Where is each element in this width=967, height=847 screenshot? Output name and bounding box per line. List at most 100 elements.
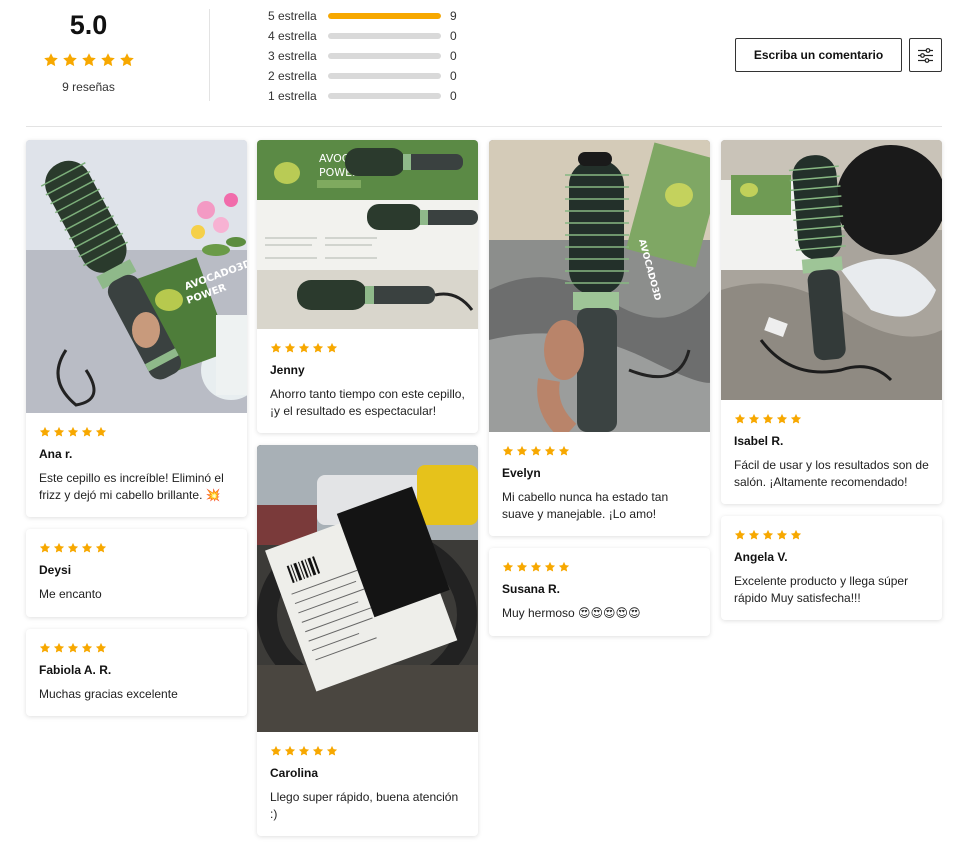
star-icon <box>100 53 115 67</box>
star-icon <box>530 445 542 456</box>
review-author: Susana R. <box>502 582 561 596</box>
rating-row-label: 3 estrella <box>268 49 317 63</box>
review-body: Jenny Ahorro tanto tiempo con este cepil… <box>257 329 478 433</box>
review-photo-image: AVOCADO3D POWER <box>26 140 247 413</box>
review-stars <box>734 529 929 541</box>
star-icon <box>39 642 51 653</box>
review-text: Muy hermoso 😍😍😍😍😍 <box>502 606 641 620</box>
review-card[interactable]: Susana R. Muy hermoso 😍😍😍😍😍 <box>489 548 710 636</box>
review-photo[interactable] <box>721 140 942 400</box>
review-card[interactable]: AVOCADO3D POWER <box>257 140 478 433</box>
review-author: Carolina <box>270 766 319 780</box>
reviews-summary: 5.0 9 reseñas 5 estrella 9 4 estrella 0 … <box>0 0 967 127</box>
star-icon <box>298 745 310 756</box>
rating-row-5[interactable]: 5 estrella 9 <box>268 6 468 26</box>
review-author: Angela V. <box>734 550 788 564</box>
review-photo[interactable]: AVOCADO3D POWER <box>26 140 247 413</box>
summary-divider <box>209 9 210 101</box>
star-icon <box>558 561 570 572</box>
rating-row-1[interactable]: 1 estrella 0 <box>268 86 468 106</box>
review-stars <box>270 342 465 354</box>
review-text: Llego super rápido, buena atención :) <box>270 790 459 821</box>
star-icon <box>530 561 542 572</box>
rating-row-label: 4 estrella <box>268 29 317 43</box>
review-photo[interactable]: AVOCADO3D POWER <box>257 140 478 329</box>
filter-button[interactable] <box>909 38 942 72</box>
star-icon <box>284 745 296 756</box>
review-card[interactable]: AVOCADO3D Evelyn Mi cabello nunca ha est… <box>489 140 710 536</box>
review-card[interactable]: Fabiola A. R. Muchas gracias excelente <box>26 628 247 717</box>
rating-bar <box>328 53 441 59</box>
star-icon <box>81 542 93 553</box>
star-icon <box>81 642 93 653</box>
star-icon <box>298 342 310 353</box>
star-icon <box>284 342 296 353</box>
review-stars <box>270 745 465 757</box>
review-stars <box>502 445 697 457</box>
star-icon <box>53 542 65 553</box>
rating-bar <box>328 73 441 79</box>
rating-row-label: 2 estrella <box>268 69 317 83</box>
review-photo[interactable]: AVOCADO3D <box>489 140 710 432</box>
star-icon <box>762 529 774 540</box>
review-photo-image <box>721 140 942 400</box>
review-card[interactable]: Angela V. Excelente producto y llega súp… <box>721 516 942 620</box>
review-author: Ana r. <box>39 447 73 461</box>
review-card[interactable]: Isabel R. Fácil de usar y los resultados… <box>721 140 942 504</box>
star-icon <box>119 53 134 67</box>
star-icon <box>67 542 79 553</box>
review-stars <box>502 561 697 573</box>
star-icon <box>312 342 324 353</box>
review-body: Fabiola A. R. Muchas gracias excelente <box>26 629 247 717</box>
star-icon <box>558 445 570 456</box>
star-icon <box>790 413 802 424</box>
average-stars <box>26 52 151 68</box>
reviews-column-2: AVOCADO3D POWER <box>257 140 478 847</box>
rating-distribution: 5 estrella 9 4 estrella 0 3 estrella 0 2… <box>268 6 468 106</box>
star-icon <box>95 426 107 437</box>
rating-row-4[interactable]: 4 estrella 0 <box>268 26 468 46</box>
rating-bar <box>328 33 441 39</box>
star-icon <box>62 53 77 67</box>
review-body: Ana r. Este cepillo es increíble! Elimin… <box>26 413 247 517</box>
review-photo-image: AVOCADO3D POWER <box>257 140 478 329</box>
star-icon <box>67 642 79 653</box>
star-icon <box>790 529 802 540</box>
rating-row-2[interactable]: 2 estrella 0 <box>268 66 468 86</box>
star-icon <box>748 529 760 540</box>
rating-row-label: 5 estrella <box>268 9 317 23</box>
review-body: Evelyn Mi cabello nunca ha estado tan su… <box>489 432 710 536</box>
rating-bar <box>328 13 441 19</box>
review-card[interactable]: Carolina Llego super rápido, buena atenc… <box>257 445 478 836</box>
review-author: Deysi <box>39 563 72 577</box>
review-author: Fabiola A. R. <box>39 662 112 677</box>
rating-bar-fill <box>328 13 441 19</box>
sliders-icon <box>918 47 933 63</box>
star-icon <box>81 426 93 437</box>
rating-row-count: 0 <box>450 69 457 83</box>
review-photo[interactable] <box>257 445 478 732</box>
star-icon <box>734 413 746 424</box>
star-icon <box>39 426 51 437</box>
review-body: Deysi Me encanto <box>26 529 247 617</box>
review-card[interactable]: AVOCADO3D POWER <box>26 140 247 517</box>
star-icon <box>81 53 96 67</box>
star-icon <box>516 561 528 572</box>
review-photo-image: AVOCADO3D <box>489 140 710 432</box>
average-score: 5.0 <box>69 10 108 40</box>
star-icon <box>502 445 514 456</box>
review-text: Mi cabello nunca ha estado tan suave y m… <box>502 490 669 521</box>
write-review-button[interactable]: Escriba un comentario <box>735 38 902 72</box>
rating-row-label: 1 estrella <box>268 89 317 103</box>
star-icon <box>270 342 282 353</box>
star-icon <box>516 445 528 456</box>
star-icon <box>39 542 51 553</box>
rating-row-3[interactable]: 3 estrella 0 <box>268 46 468 66</box>
star-icon <box>326 342 338 353</box>
review-text: Excelente producto y llega súper rápido … <box>734 574 909 605</box>
review-author: Isabel R. <box>734 434 784 448</box>
review-card[interactable]: Deysi Me encanto <box>26 529 247 617</box>
review-text: Fácil de usar y los resultados son de sa… <box>734 458 929 489</box>
star-icon <box>43 53 58 67</box>
review-stars <box>39 426 234 438</box>
